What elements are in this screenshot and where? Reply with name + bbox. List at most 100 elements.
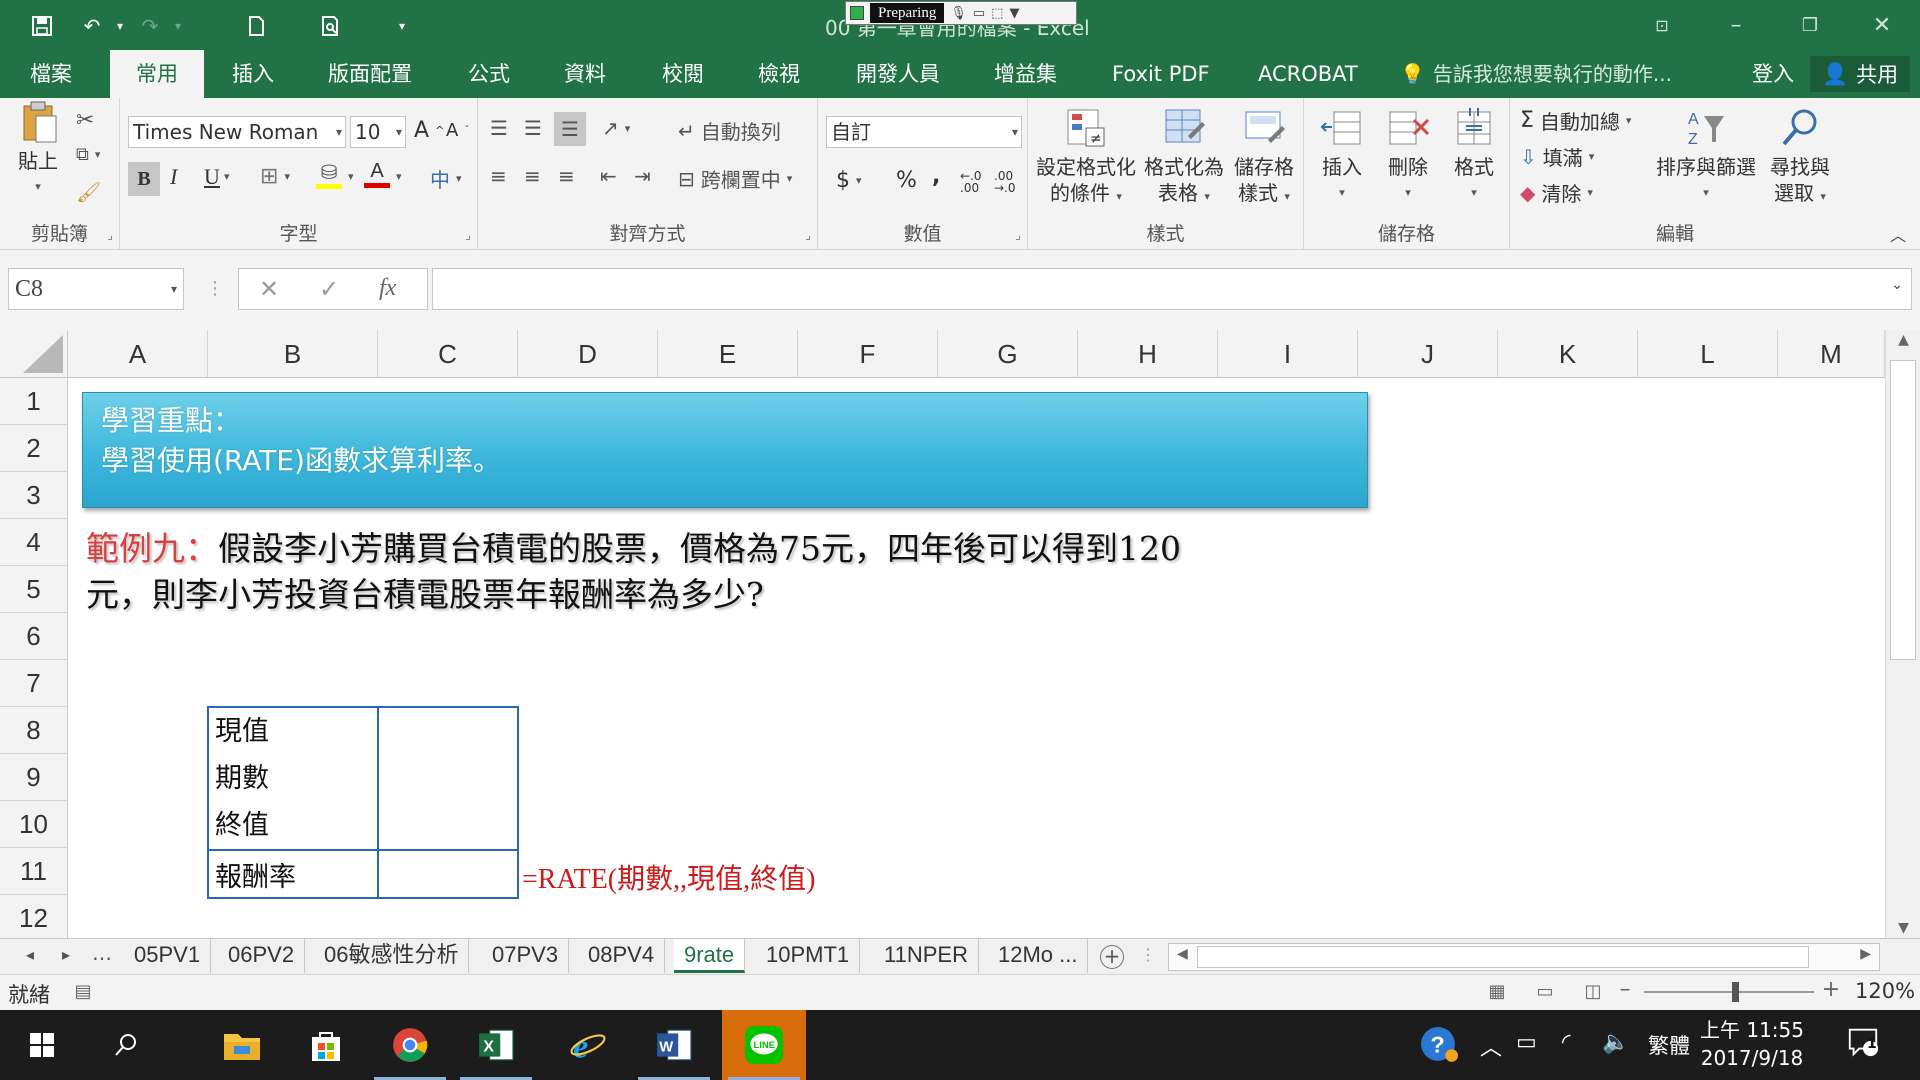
name-box-dropdown-icon[interactable]: ▾ [171,269,177,309]
help-icon[interactable]: ? [1420,1026,1458,1070]
fill-color-dropdown-icon[interactable]: ▾ [348,170,354,183]
return-rate-cell[interactable] [377,849,519,899]
paste-dropdown-icon[interactable]: ▾ [10,174,66,200]
clear-button[interactable]: ◆ 清除 ▾ [1520,178,1593,207]
phonetic-guide-button[interactable]: 中 ▾ [430,164,462,193]
number-launcher-icon[interactable]: ⌟ [1015,228,1021,242]
sheet-tab-05pv1[interactable]: 05PV1 [124,939,212,973]
file-explorer-icon[interactable] [200,1010,284,1080]
alignment-launcher-icon[interactable]: ⌟ [805,228,811,242]
number-format-dropdown-icon[interactable]: ▾ [1012,117,1018,147]
format-cells-button[interactable]: 格式 ▾ [1442,106,1506,206]
formula-bar-splitter-icon[interactable]: ⋮ [206,278,224,299]
find-select-button[interactable]: 尋找與 選取 ▾ [1762,106,1838,210]
tab-split-handle-icon[interactable]: ⋮ [1140,945,1156,964]
increase-decimal-icon[interactable]: ←.0.00 [960,170,982,194]
name-box[interactable]: C8 ▾ [8,268,184,310]
column-header-b[interactable]: B [208,330,378,378]
tab-formulas[interactable]: 公式 [468,50,510,98]
line-app-icon[interactable]: LINE [722,1010,806,1080]
comma-button[interactable]: , [932,164,940,189]
vertical-scroll-thumb[interactable] [1890,360,1916,660]
column-header-c[interactable]: C [378,330,518,378]
format-painter-icon[interactable]: 🖌 [76,180,101,204]
add-sheet-icon[interactable]: + [1100,945,1124,969]
tab-addins[interactable]: 增益集 [994,50,1057,98]
tab-acrobat[interactable]: ACROBAT [1258,50,1358,98]
font-name-select[interactable]: Times New Roman ▾ [128,116,346,148]
percent-button[interactable]: % [896,168,917,193]
align-top-icon[interactable]: ☰ [490,116,508,140]
excel-icon[interactable]: X [454,1010,538,1080]
select-all-corner[interactable] [0,330,68,378]
wifi-icon[interactable]: ◜ [1562,1030,1571,1055]
horizontal-scroll-thumb[interactable] [1197,946,1809,968]
bold-button[interactable]: B [128,162,160,196]
internet-explorer-icon[interactable]: e [546,1010,630,1080]
align-left-icon[interactable]: ≡ [490,164,507,188]
formula-input[interactable]: ⌄ [432,268,1912,310]
scroll-right-icon[interactable]: ▶ [1860,946,1871,962]
decrease-indent-icon[interactable]: ⇤ [600,164,617,188]
expand-formula-bar-icon[interactable]: ⌄ [1891,277,1903,293]
font-size-dropdown-icon[interactable]: ▾ [396,117,402,147]
row-header-5[interactable]: 5 [0,566,68,613]
row-header-7[interactable]: 7 [0,660,68,707]
collapse-ribbon-icon[interactable]: ︿ [1890,222,1906,246]
currency-button[interactable]: $ ▾ [836,168,862,193]
copy-icon[interactable]: ⧉ ▾ [76,144,100,165]
font-size-select[interactable]: 10 ▾ [350,116,406,148]
chrome-icon[interactable] [368,1010,452,1080]
zoom-level[interactable]: 120% [1855,979,1915,1003]
tab-page-layout[interactable]: 版面配置 [328,50,412,98]
undo-dropdown-icon[interactable]: ▾ [104,10,136,42]
sheet-tab-9rate[interactable]: 9rate [674,939,746,973]
sheet-tab-07pv3[interactable]: 07PV3 [482,939,570,973]
format-as-table-button[interactable]: 格式化為 表格 ▾ [1142,106,1226,210]
tab-developer[interactable]: 開發人員 [856,50,940,98]
row-header-10[interactable]: 10 [0,801,68,848]
font-name-dropdown-icon[interactable]: ▾ [336,117,342,147]
row-header-11[interactable]: 11 [0,848,68,895]
zoom-in-icon[interactable]: + [1818,977,1844,1002]
scroll-down-icon[interactable]: ▼ [1886,920,1920,936]
ribbon-display-options-icon[interactable]: ⊡ [1642,8,1682,42]
start-windows-icon[interactable] [0,1010,84,1080]
row-header-4[interactable]: 4 [0,519,68,566]
share-button[interactable]: 👤 共用 [1810,56,1911,92]
underline-button[interactable]: U [204,164,220,190]
row-header-2[interactable]: 2 [0,425,68,472]
clipboard-launcher-icon[interactable]: ⌟ [107,228,113,242]
align-center-icon[interactable]: ≡ [524,164,541,188]
sort-filter-button[interactable]: AZ 排序與篩選 ▾ [1652,106,1760,206]
column-header-f[interactable]: F [798,330,938,378]
battery-icon[interactable]: ▭ [1516,1030,1537,1055]
row-header-6[interactable]: 6 [0,613,68,660]
tab-data[interactable]: 資料 [564,50,606,98]
fill-color-icon[interactable]: ⛁ [316,160,342,189]
tray-expand-icon[interactable]: ︿ [1480,1030,1502,1062]
sheet-tab-10pmt1[interactable]: 10PMT1 [756,939,861,973]
insert-function-button[interactable]: fx [379,275,396,302]
volume-icon[interactable]: 🔈 [1602,1030,1629,1055]
column-header-l[interactable]: L [1638,330,1778,378]
decrease-decimal-icon[interactable]: .00 →.0 [994,170,1016,194]
word-icon[interactable]: W [632,1010,716,1080]
page-layout-view-icon[interactable]: ▭ [1532,981,1558,1003]
orientation-icon[interactable]: ↗ ▾ [602,116,630,140]
row-header-9[interactable]: 9 [0,754,68,801]
new-file-icon[interactable] [240,10,272,42]
wrap-text-button[interactable]: ↵ 自動換列 [678,116,781,145]
input-values-cell[interactable] [377,706,519,851]
align-bottom-icon[interactable]: ☰ [554,112,586,146]
next-sheet-icon[interactable]: ▸ [62,945,70,964]
zoom-out-icon[interactable]: – [1612,977,1638,1002]
column-header-j[interactable]: J [1358,330,1498,378]
column-header-i[interactable]: I [1218,330,1358,378]
align-right-icon[interactable]: ≡ [558,164,575,188]
shrink-font-icon[interactable]: Aˇ [446,120,469,141]
more-sheets-icon[interactable]: … [92,941,112,965]
number-format-select[interactable]: 自訂 ▾ [826,116,1022,148]
merge-center-button[interactable]: ⊟ 跨欄置中 ▾ [678,164,792,193]
minimize-icon[interactable]: – [1716,8,1756,42]
